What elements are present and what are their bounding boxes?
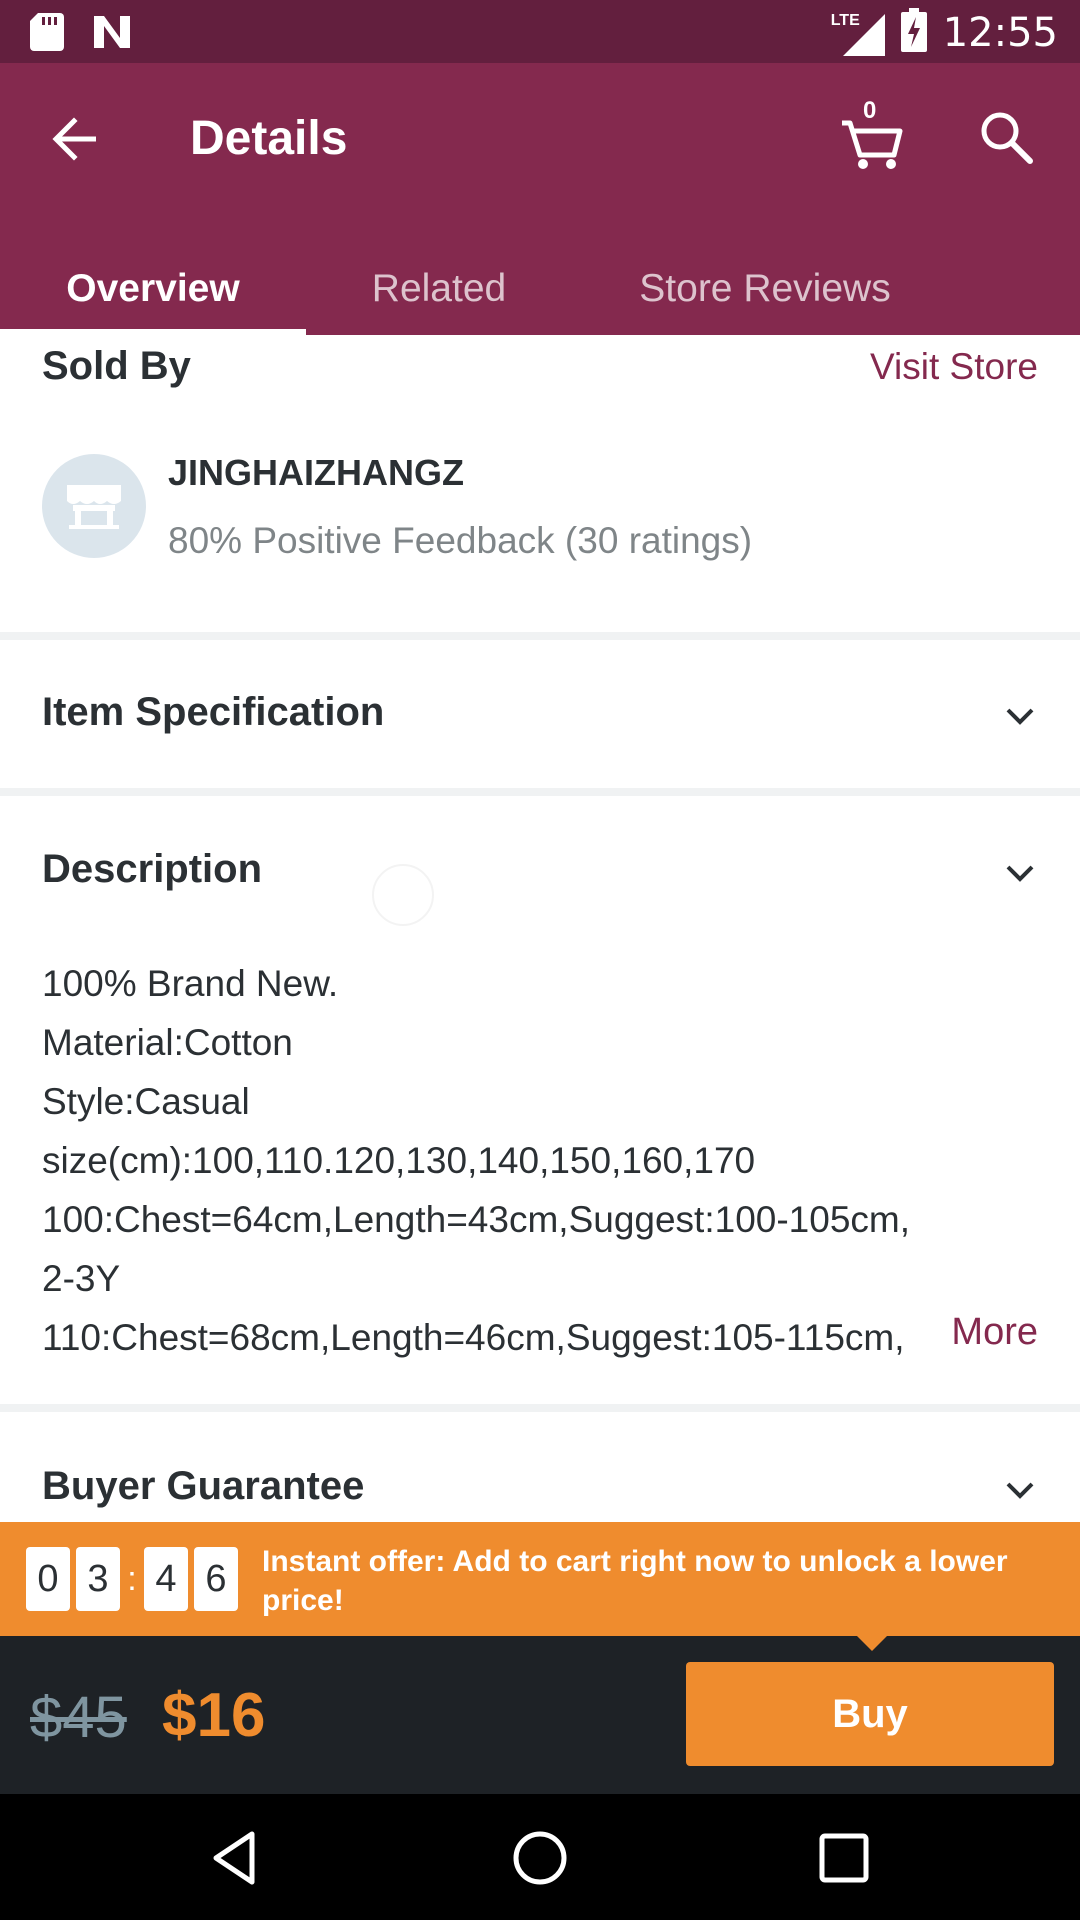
- cart-button[interactable]: 0: [836, 97, 906, 171]
- description-line: size(cm):100,110.120,130,140,150,160,170: [42, 1140, 756, 1181]
- n-notification-icon: [92, 14, 132, 55]
- description-line: 2-3Y: [42, 1258, 121, 1299]
- purchase-bar: $45 $16 Buy: [0, 1635, 1080, 1794]
- original-price: $45: [30, 1685, 127, 1750]
- buyer-guarantee-section[interactable]: Buyer Guarantee: [0, 1450, 1080, 1530]
- offer-pointer: [856, 1635, 888, 1651]
- clock: 12:55: [942, 9, 1058, 56]
- storefront-icon: [67, 485, 121, 529]
- description-text: 100% Brand New. Material:Cotton Style:Ca…: [42, 954, 942, 1367]
- tab-indicator: [0, 329, 306, 335]
- store-feedback: 80% Positive Feedback (30 ratings): [168, 520, 753, 561]
- tab-related[interactable]: Related: [306, 243, 572, 335]
- description-line: 100% Brand New.: [42, 963, 339, 1004]
- instant-offer-text: Instant offer: Add to cart right now to …: [262, 1545, 1008, 1617]
- description-section[interactable]: Description: [0, 833, 1080, 913]
- instant-offer-banner[interactable]: 0 3 : 4 6 Instant offer: Add to cart rig…: [0, 1522, 1080, 1636]
- app-bar: Details 0 Overview Related Store Reviews: [0, 63, 1080, 335]
- buyer-guarantee-heading: Buyer Guarantee: [42, 1464, 365, 1508]
- timer-digit: 4: [144, 1547, 188, 1611]
- description-line: Material:Cotton: [42, 1022, 293, 1063]
- nav-recents-icon[interactable]: [812, 1826, 876, 1890]
- store-avatar: [42, 454, 146, 558]
- buy-button[interactable]: Buy: [686, 1662, 1054, 1766]
- system-nav-bar: [0, 1794, 1080, 1920]
- timer-digit: 6: [194, 1547, 238, 1611]
- sale-price: $16: [162, 1681, 266, 1750]
- description-line: 110:Chest=68cm,Length=46cm,Suggest:105-1…: [42, 1317, 905, 1358]
- battery-charging-icon: [900, 8, 927, 57]
- page-title: Details: [190, 112, 348, 165]
- nav-home-icon[interactable]: [508, 1826, 572, 1890]
- store-name[interactable]: JINGHAIZHANGZ: [168, 452, 464, 494]
- description-heading: Description: [42, 847, 263, 891]
- description-line: Style:Casual: [42, 1081, 250, 1122]
- cart-icon: [842, 120, 903, 169]
- timer-separator: :: [127, 1559, 137, 1598]
- countdown-timer: 0 3 : 4 6: [26, 1547, 244, 1611]
- chevron-down-icon: [1006, 1482, 1034, 1499]
- sold-by-heading: Sold By: [42, 344, 191, 388]
- back-arrow-icon[interactable]: [44, 109, 104, 169]
- timer-digit: 0: [26, 1547, 70, 1611]
- section-divider: [0, 632, 1080, 640]
- chevron-down-icon: [1006, 865, 1034, 882]
- description-line: 100:Chest=64cm,Length=43cm,Suggest:100-1…: [42, 1199, 911, 1240]
- tab-overview[interactable]: Overview: [0, 243, 306, 335]
- item-specification-heading: Item Specification: [42, 690, 385, 734]
- signal-icon: LTE: [831, 10, 885, 56]
- loading-indicator: [372, 864, 434, 926]
- tab-bar: Overview Related Store Reviews: [0, 243, 1080, 335]
- more-link[interactable]: More: [951, 1311, 1038, 1354]
- chevron-down-icon: [1006, 708, 1034, 725]
- timer-digit: 3: [76, 1547, 120, 1611]
- visit-store-link[interactable]: Visit Store: [870, 346, 1038, 388]
- item-specification-section[interactable]: Item Specification: [0, 676, 1080, 756]
- section-divider: [0, 788, 1080, 796]
- nav-back-icon[interactable]: [204, 1826, 268, 1890]
- tab-store-reviews[interactable]: Store Reviews: [572, 243, 958, 335]
- search-icon[interactable]: [976, 107, 1036, 167]
- sd-card-icon: [30, 13, 64, 56]
- section-divider: [0, 1404, 1080, 1412]
- status-bar: LTE 12:55: [0, 0, 1080, 63]
